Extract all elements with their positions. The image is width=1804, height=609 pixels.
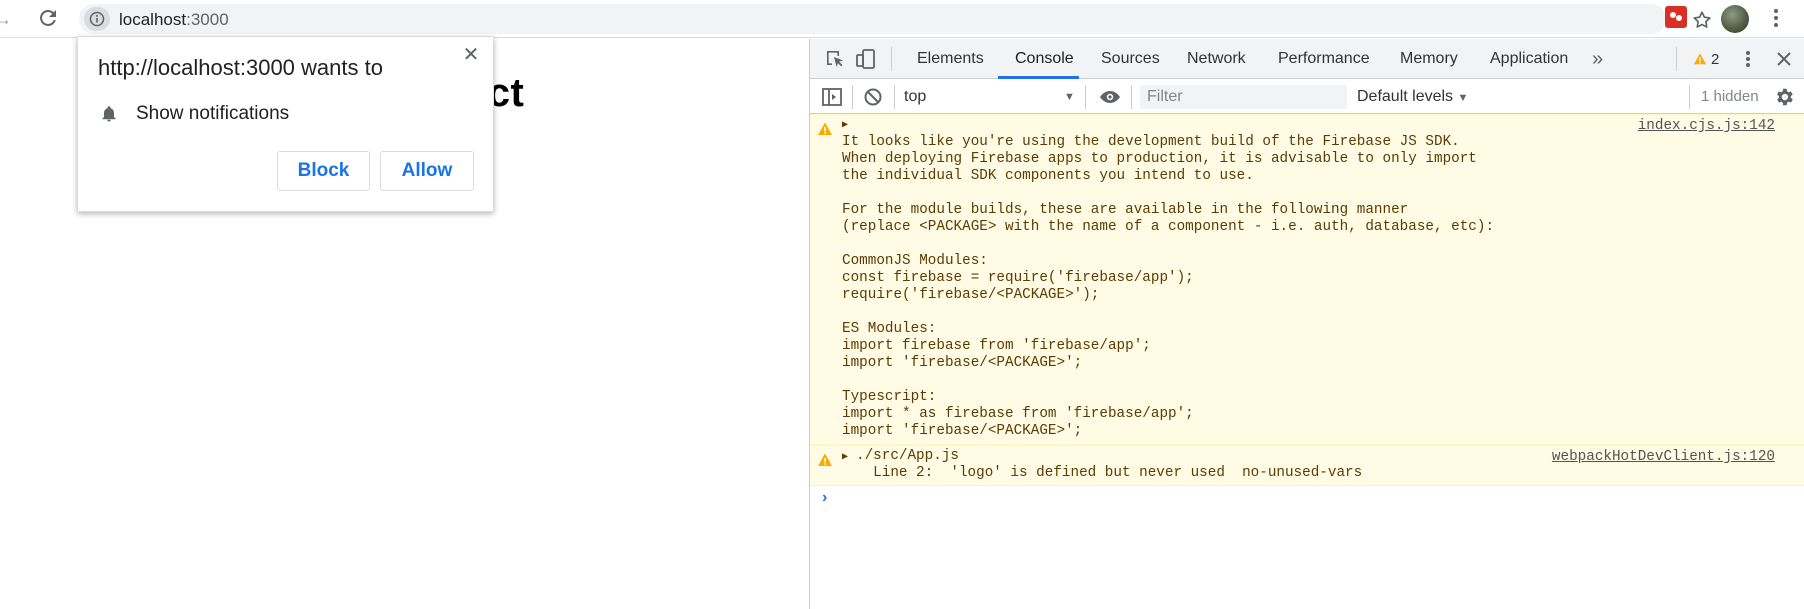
reload-icon[interactable] bbox=[36, 6, 60, 30]
devtools-panel: Elements Console Sources Network Perform… bbox=[809, 39, 1804, 609]
divider bbox=[852, 85, 853, 109]
clear-console-icon[interactable] bbox=[861, 85, 885, 109]
info-icon[interactable] bbox=[84, 7, 110, 31]
warning-icon bbox=[818, 453, 832, 466]
warning-icon bbox=[818, 122, 832, 135]
devtools-tab-bar: Elements Console Sources Network Perform… bbox=[810, 39, 1804, 79]
divider bbox=[1131, 85, 1132, 109]
divider bbox=[891, 47, 892, 71]
console-toolbar: top ▼ Default levels ▼ 1 hidden bbox=[810, 80, 1804, 114]
dialog-title: http://localhost:3000 wants to bbox=[98, 55, 383, 80]
expand-triangle-icon[interactable]: ▶ bbox=[842, 451, 848, 463]
close-icon[interactable] bbox=[1772, 47, 1796, 71]
permission-item: Show notifications bbox=[100, 103, 289, 125]
gear-icon[interactable] bbox=[1773, 86, 1795, 108]
bell-icon bbox=[102, 106, 116, 122]
console-prompt[interactable]: › bbox=[810, 486, 1804, 510]
tab-memory[interactable]: Memory bbox=[1400, 39, 1458, 79]
bookmark-star-icon[interactable] bbox=[1691, 9, 1713, 31]
source-link[interactable]: webpackHotDevClient.js:120 bbox=[1552, 449, 1775, 465]
close-icon[interactable]: ✕ bbox=[461, 45, 481, 65]
more-vertical-icon[interactable] bbox=[1770, 5, 1782, 31]
active-tab-indicator bbox=[998, 76, 1079, 79]
divider bbox=[894, 85, 895, 109]
prompt-chevron-icon: › bbox=[822, 489, 828, 506]
url-text: localhost:3000 bbox=[119, 10, 229, 29]
block-button[interactable]: Block bbox=[277, 151, 370, 191]
inspect-element-icon[interactable] bbox=[823, 47, 847, 71]
tab-sources[interactable]: Sources bbox=[1101, 39, 1160, 79]
chevron-down-icon[interactable]: ▼ bbox=[1064, 85, 1075, 109]
allow-button[interactable]: Allow bbox=[380, 151, 474, 191]
eye-icon[interactable] bbox=[1098, 85, 1122, 109]
permission-label: Show notifications bbox=[136, 103, 290, 124]
warning-icon bbox=[1693, 53, 1707, 65]
sidebar-toggle-icon[interactable] bbox=[820, 85, 844, 109]
divider bbox=[1689, 85, 1690, 109]
tab-console[interactable]: Console bbox=[1015, 39, 1074, 79]
console-output: ▶ It looks like you're using the develop… bbox=[810, 114, 1804, 510]
tab-application[interactable]: Application bbox=[1490, 39, 1568, 79]
avatar[interactable] bbox=[1721, 5, 1749, 33]
tab-network[interactable]: Network bbox=[1187, 39, 1246, 79]
console-warning-message: ▶ It looks like you're using the develop… bbox=[810, 114, 1804, 445]
warnings-counter[interactable]: 2 bbox=[1693, 50, 1719, 68]
message-text: It looks like you're using the developme… bbox=[842, 134, 1495, 439]
device-toolbar-icon[interactable] bbox=[854, 47, 878, 71]
notification-permission-dialog: http://localhost:3000 wants to ✕ Show no… bbox=[77, 36, 494, 212]
address-bar[interactable]: localhost:3000 bbox=[79, 4, 1711, 34]
message-text: ./src/App.js Line 2: 'logo' is defined b… bbox=[856, 448, 1363, 481]
tab-performance[interactable]: Performance bbox=[1278, 39, 1370, 79]
divider bbox=[1676, 47, 1677, 71]
filter-input[interactable] bbox=[1140, 85, 1347, 109]
settings-menu-icon[interactable] bbox=[1742, 47, 1754, 71]
browser-toolbar: → localhost:3000 bbox=[0, 0, 1804, 38]
tab-elements[interactable]: Elements bbox=[917, 39, 984, 79]
expand-triangle-icon[interactable]: ▶ bbox=[842, 119, 848, 131]
forward-arrow-icon[interactable]: → bbox=[0, 8, 16, 30]
source-link[interactable]: index.cjs.js:142 bbox=[1638, 118, 1775, 134]
console-warning-message: ▶ ./src/App.js Line 2: 'logo' is defined… bbox=[810, 445, 1804, 486]
more-tabs-button[interactable]: » bbox=[1592, 39, 1603, 79]
hidden-messages-count: 1 hidden bbox=[1701, 88, 1759, 105]
context-select[interactable]: top bbox=[904, 85, 1074, 109]
extension-icon[interactable] bbox=[1665, 6, 1687, 28]
log-levels-dropdown[interactable]: Default levels ▼ bbox=[1357, 85, 1468, 109]
divider bbox=[1085, 85, 1086, 109]
